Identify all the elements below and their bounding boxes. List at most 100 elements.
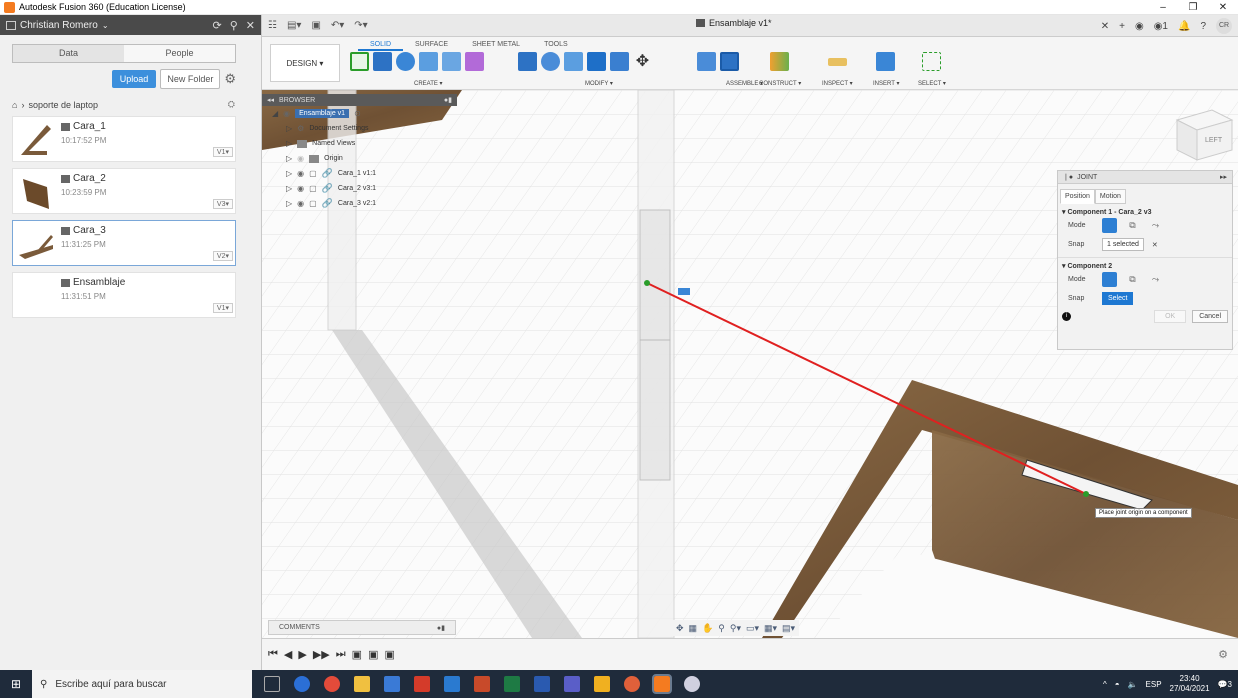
paint-icon[interactable] [684, 676, 700, 692]
grid-settings-icon[interactable]: ▦▾ [764, 623, 777, 634]
version-badge[interactable]: V1▾ [212, 147, 233, 157]
restore-button[interactable]: ❐ [1178, 0, 1208, 15]
assemble-menu[interactable]: ASSEMBLE ▾ [726, 80, 763, 87]
browser-root[interactable]: ◢ ◉ Ensamblaje v1 ⊙ [262, 106, 457, 121]
move-icon[interactable]: ✥ [633, 52, 652, 71]
two-edge-icon[interactable]: ⤳ [1148, 272, 1163, 287]
go-to-start-icon[interactable]: ⏮ [268, 648, 278, 661]
new-tab-icon[interactable]: + [1119, 21, 1125, 32]
network-icon[interactable]: ◓ [1115, 680, 1120, 689]
fit-icon[interactable]: ⚲▾ [730, 623, 741, 634]
pin-icon[interactable]: ●▮ [444, 96, 452, 104]
visibility-icon[interactable]: ◉ [297, 169, 304, 178]
comments-panel[interactable]: COMMENTS ●▮ [268, 620, 456, 635]
browser-item-cara-1[interactable]: ▷ ◉ ▢ 🔗 Cara_1 v1:1 [262, 166, 457, 181]
visibility-icon[interactable]: ◉ [297, 154, 304, 163]
viewports-icon[interactable]: ▤▾ [782, 623, 795, 634]
language-indicator[interactable]: ESP [1146, 680, 1162, 689]
gear-icon[interactable]: ⚙ [224, 71, 236, 87]
tab-surface[interactable]: SURFACE [403, 40, 460, 51]
store-icon[interactable] [384, 676, 400, 692]
visibility-icon[interactable]: ◉ [283, 109, 290, 118]
offset-plane-icon[interactable] [770, 52, 789, 71]
version-badge[interactable]: V2▾ [212, 251, 233, 261]
info-icon[interactable]: i [1062, 312, 1071, 321]
joint-dialog-header[interactable]: ❘● JOINT ▸▸ [1058, 171, 1232, 184]
file-item-cara-1[interactable]: Cara_1 10:17:52 PM V1▾ [12, 116, 236, 162]
browser-item-named-views[interactable]: ▷ Named Views [262, 136, 457, 151]
go-to-end-icon[interactable]: ⏭ [336, 648, 346, 661]
tab-people[interactable]: People [124, 45, 235, 62]
simple-mode-icon[interactable] [1102, 272, 1117, 287]
browser-item-document-settings[interactable]: ▷ ⚙ Document Settings [262, 121, 457, 136]
acrobat-icon[interactable] [414, 676, 430, 692]
look-at-icon[interactable]: ▦ [689, 623, 698, 634]
chevron-down-icon[interactable]: ⌄ [102, 21, 109, 30]
data-panel-toggle-icon[interactable]: ☷ [268, 20, 277, 31]
expand-icon[interactable]: ▷ [286, 199, 292, 208]
insert-menu[interactable]: INSERT ▾ [873, 80, 899, 87]
shell-icon[interactable] [587, 52, 606, 71]
tab-solid[interactable]: SOLID [358, 40, 404, 51]
expand-dialog-icon[interactable]: ▸▸ [1220, 173, 1227, 181]
pan-icon[interactable]: ✋ [702, 623, 713, 634]
construct-menu[interactable]: CONSTRUCT ▾ [759, 80, 801, 87]
extensions-icon[interactable]: ◉ [1135, 21, 1144, 32]
gear-icon[interactable]: ⚙ [1218, 648, 1228, 661]
browser-item-cara-2[interactable]: ▷ ◉ ▢ 🔗 Cara_2 v3:1 [262, 181, 457, 196]
simple-mode-icon[interactable] [1102, 218, 1117, 233]
photos-icon[interactable] [444, 676, 460, 692]
snap-selection[interactable]: 1 selected [1102, 238, 1144, 251]
hole-icon[interactable] [419, 52, 438, 71]
expand-icon[interactable]: ◢ [272, 109, 278, 118]
sticky-notes-icon[interactable] [594, 676, 610, 692]
browser-item-origin[interactable]: ▷ ◉ Origin [262, 151, 457, 166]
joint-icon[interactable] [720, 52, 739, 71]
tab-position[interactable]: Position [1060, 189, 1095, 204]
select-menu[interactable]: SELECT ▾ [918, 80, 946, 87]
app-icon[interactable] [624, 676, 640, 692]
upload-button[interactable]: Upload [111, 70, 157, 88]
create-form-icon[interactable] [465, 52, 484, 71]
task-view-icon[interactable] [264, 676, 280, 692]
new-component-icon[interactable] [697, 52, 716, 71]
snap-select-button[interactable]: Select [1102, 292, 1134, 305]
user-name[interactable]: Christian Romero [20, 20, 98, 31]
browser-header[interactable]: ◂◂ BROWSER ●▮ [262, 94, 457, 106]
file-explorer-icon[interactable] [354, 676, 370, 692]
file-item-cara-2[interactable]: Cara_2 10:23:59 PM V3▾ [12, 168, 236, 214]
close-tab-icon[interactable]: ✕ [1101, 21, 1109, 32]
fillet-icon[interactable] [541, 52, 560, 71]
redo-icon[interactable]: ↷▾ [354, 20, 367, 31]
tab-sheet-metal[interactable]: SHEET METAL [460, 40, 532, 51]
notifications-icon[interactable]: 💬3 [1218, 680, 1232, 689]
tab-tools[interactable]: TOOLS [532, 40, 580, 51]
step-back-icon[interactable]: ◀ [284, 648, 292, 661]
visibility-icon[interactable]: ◉ [297, 184, 304, 193]
notifications-icon[interactable]: 🔔 [1178, 21, 1190, 32]
cancel-button[interactable]: Cancel [1192, 310, 1228, 323]
project-settings-icon[interactable]: ⛭ [228, 99, 235, 110]
chrome-icon[interactable] [324, 676, 340, 692]
new-sketch-icon[interactable] [350, 52, 369, 71]
expand-icon[interactable]: ▷ [286, 154, 292, 163]
extrude-icon[interactable] [373, 52, 392, 71]
step-forward-icon[interactable]: ▶▶ [313, 648, 330, 661]
breadcrumb-project[interactable]: soporte de laptop [28, 100, 98, 110]
zoom-icon[interactable]: ⚲ [718, 623, 725, 634]
collapse-icon[interactable]: ◂◂ [267, 96, 274, 104]
browser-item-cara-3[interactable]: ▷ ◉ ▢ 🔗 Cara_3 v2:1 [262, 196, 457, 211]
create-menu[interactable]: CREATE ▾ [414, 80, 443, 87]
start-button[interactable]: ⊞ [0, 670, 32, 698]
close-icon[interactable]: ✕ [246, 19, 255, 32]
activate-icon[interactable]: ⊙ [354, 109, 361, 118]
press-pull-icon[interactable] [518, 52, 537, 71]
expand-icon[interactable]: ▷ [286, 124, 292, 133]
fusion-360-icon[interactable] [652, 674, 672, 694]
timeline-feature-icon[interactable]: ▣ [384, 648, 394, 661]
new-folder-button[interactable]: New Folder [160, 69, 221, 89]
view-cube[interactable]: LEFT [1175, 109, 1234, 161]
version-badge[interactable]: V3▾ [212, 199, 233, 209]
play-icon[interactable]: ▶ [298, 648, 306, 661]
visibility-icon[interactable]: ◉ [297, 199, 304, 208]
